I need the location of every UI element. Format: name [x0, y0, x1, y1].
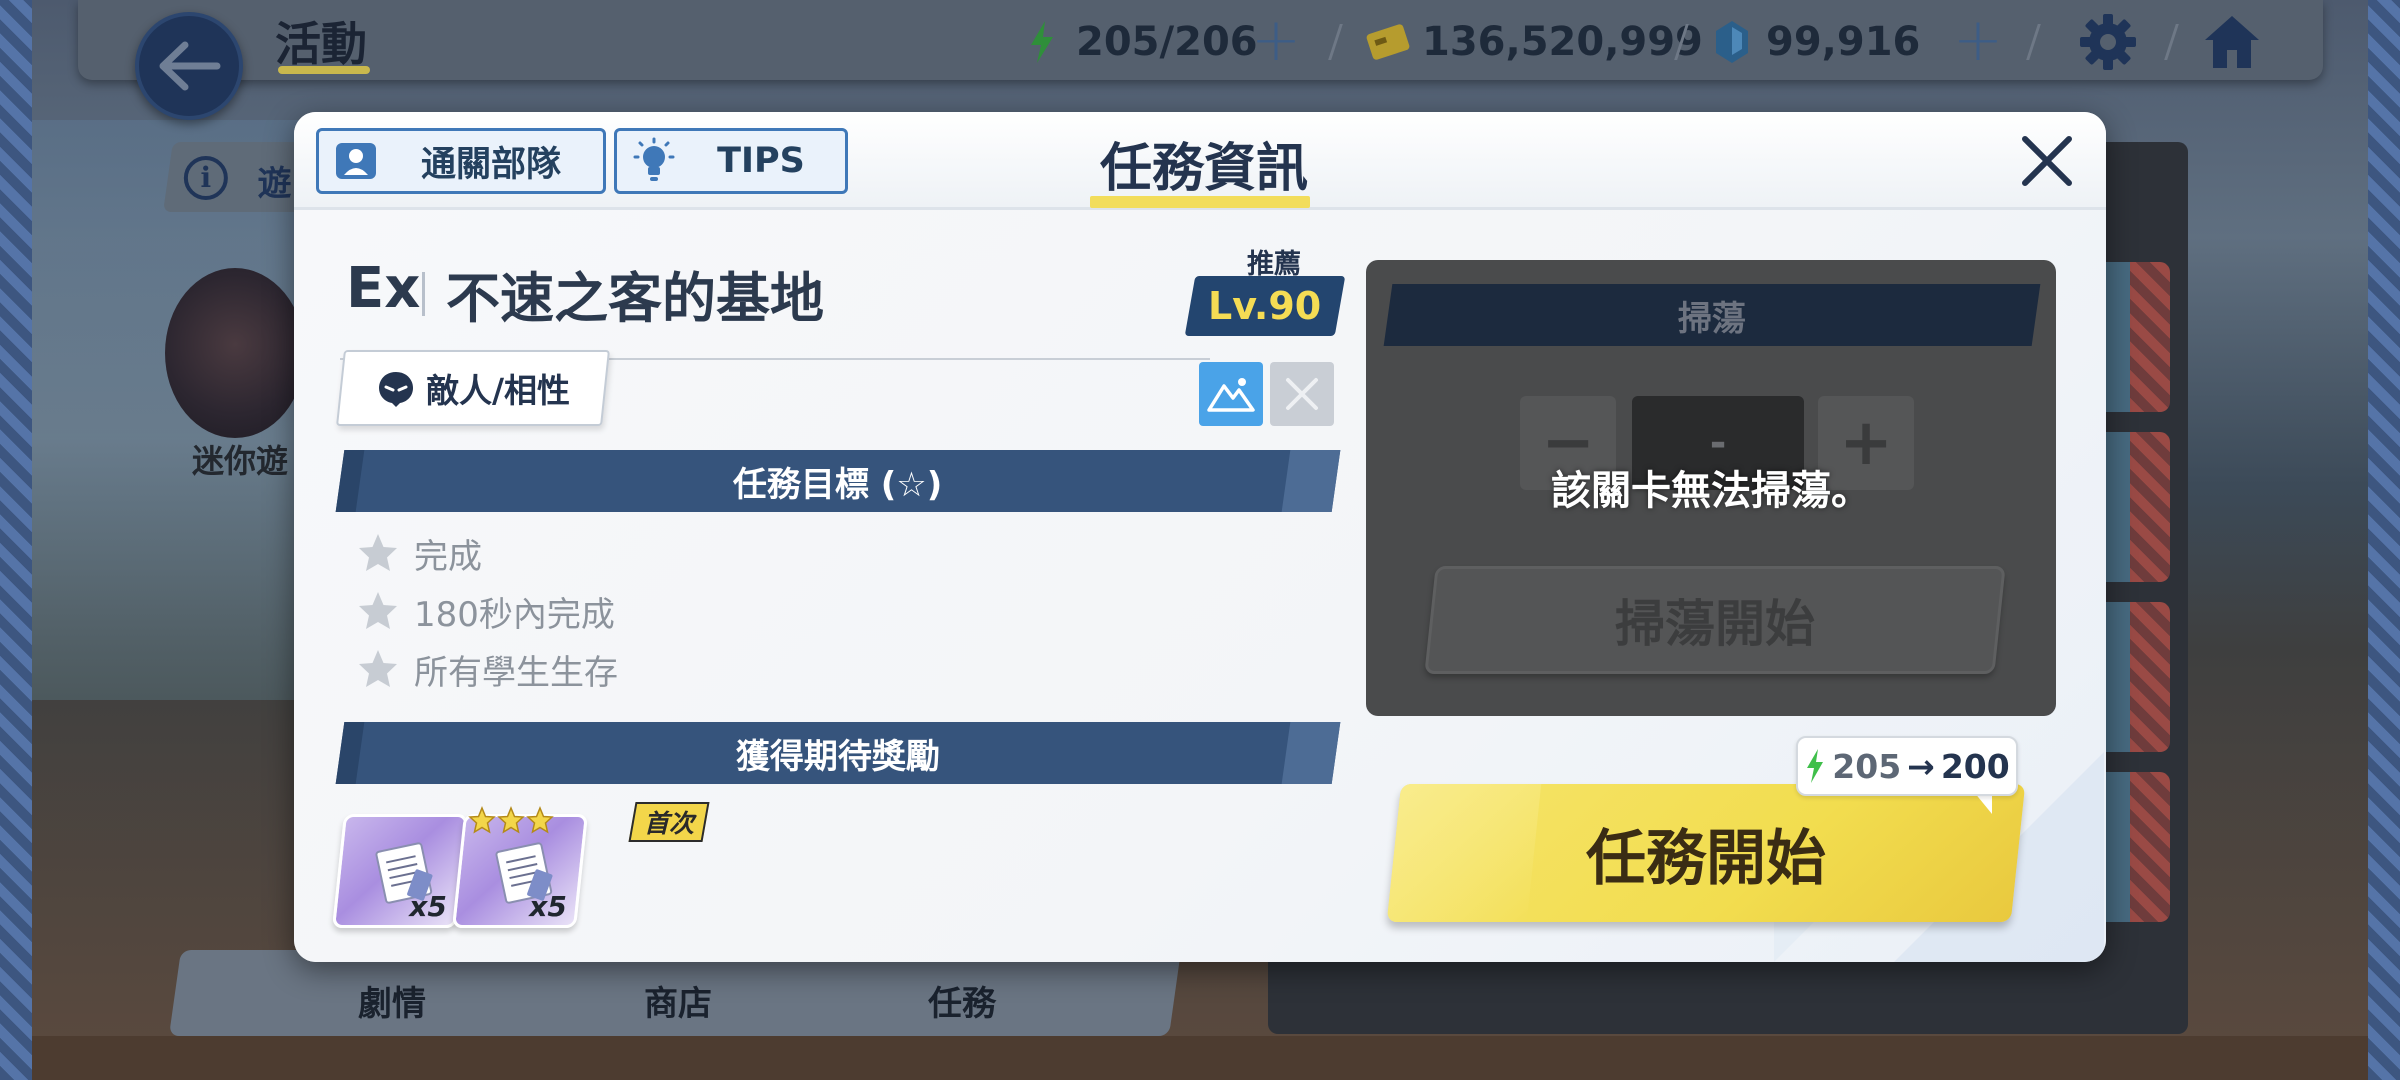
star-icon — [359, 650, 397, 687]
stamina-cost-bubble: 205 → 200 — [1796, 736, 2018, 796]
recommended-level-badge: Lv.90 — [1184, 276, 1346, 336]
reward-quantity: x5 — [529, 890, 568, 923]
objective-item: 所有學生生存 — [356, 644, 618, 694]
first-clear-tag: 首次 — [628, 802, 710, 842]
enemy-info-label: 敵人/相性 — [425, 371, 571, 410]
credits-value: 136,520,999 — [1422, 19, 1703, 65]
objective-text: 完成 — [414, 536, 482, 577]
recommended-level: Lv.90 — [1208, 284, 1322, 328]
reward-quantity: x5 — [409, 890, 448, 923]
background-stage-card-edge — [2130, 432, 2170, 582]
tips-label: TIPS — [717, 141, 805, 181]
sweep-header: 掃蕩 — [1383, 284, 2041, 346]
close-icon — [2022, 136, 2072, 186]
stamina-after: 200 — [1940, 746, 2010, 786]
add-stamina-button[interactable]: + — [1250, 10, 1302, 70]
objective-text: 所有學生生存 — [414, 652, 618, 693]
gems-counter: 99,916 — [1710, 14, 1920, 70]
dialog-title: 任務資訊 — [1099, 139, 1308, 199]
enemy-icon — [378, 372, 413, 407]
page-title: 活動 — [275, 17, 367, 71]
stamina-bolt-icon — [1807, 749, 1824, 783]
background-tab-missions: 任務 — [928, 984, 996, 1024]
info-icon: i — [183, 156, 228, 200]
clear-team-button[interactable]: 通關部隊 — [316, 128, 606, 194]
objective-item: 完成 — [356, 528, 482, 578]
stamina-value: 205/206 — [1076, 19, 1258, 65]
dialog-title-underline — [1090, 196, 1310, 208]
mission-start-button[interactable]: 任務開始 — [1386, 784, 2026, 922]
home-button[interactable] — [2200, 10, 2264, 74]
terrain-button[interactable] — [1199, 362, 1263, 426]
stamina-before: 205 — [1832, 746, 1902, 786]
back-button[interactable] — [135, 12, 243, 120]
arrow-right-icon: → — [1907, 746, 1935, 786]
background-mini-game-label: 迷你遊 — [192, 442, 289, 480]
background-mini-game-icon — [165, 268, 305, 438]
tips-button[interactable]: TIPS — [614, 128, 848, 194]
objectives-header: 任務目標 (☆) — [335, 450, 1341, 512]
first-clear-label: 首次 — [643, 809, 694, 838]
stamina-counter: 205/206 — [1020, 14, 1258, 70]
credit-card-icon — [1366, 18, 1410, 66]
background-stage-card-edge — [2130, 602, 2170, 752]
reward-item[interactable]: x5 — [332, 814, 468, 928]
page-title-underline — [278, 66, 370, 74]
home-icon — [2205, 16, 2259, 68]
sweep-title: 掃蕩 — [1678, 298, 1746, 339]
sweep-start-label: 掃蕩開始 — [1615, 595, 1815, 653]
background-tab-story: 劇情 — [358, 984, 426, 1024]
background-info-text: 遊 — [257, 164, 292, 204]
back-arrow-icon — [159, 41, 221, 91]
stamina-bolt-icon — [1020, 18, 1064, 66]
gem-icon — [1710, 18, 1754, 66]
stage-name: 不速之客的基地 — [446, 267, 824, 330]
gems-value: 99,916 — [1766, 19, 1921, 65]
team-icon — [333, 138, 379, 184]
left-border-stripe — [0, 0, 32, 1080]
add-gems-button[interactable]: + — [1952, 10, 2004, 70]
objectives-header-label: 任務目標 (☆) — [733, 464, 943, 505]
background-stage-card-edge — [2130, 262, 2170, 412]
clear-team-label: 通關部隊 — [420, 144, 561, 185]
stage-divider — [422, 272, 425, 316]
settings-button[interactable] — [2076, 10, 2140, 74]
sweep-unavailable-message: 該關卡無法掃蕩。 — [1551, 468, 1871, 514]
background-stage-card-edge — [2130, 772, 2170, 922]
background-floor — [32, 1036, 2368, 1080]
right-border-stripe — [2368, 0, 2400, 1080]
star-icon — [359, 534, 397, 571]
mission-info-dialog: 通關部隊 TIPS 任務資訊 Ex 不速之客的基地 推薦 Lv.90 敵人/相性 — [294, 112, 2106, 962]
background-tab-shop: 商店 — [644, 984, 712, 1024]
star-icon — [359, 592, 397, 629]
terrain-mountain-icon — [1207, 378, 1255, 412]
rewards-header: 獲得期待獎勵 — [335, 722, 1341, 784]
mission-start-label: 任務開始 — [1586, 823, 1826, 894]
rewards-header-label: 獲得期待獎勵 — [736, 736, 940, 777]
enemy-info-button[interactable]: 敵人/相性 — [336, 350, 610, 426]
sweep-start-button: 掃蕩開始 — [1424, 566, 2006, 674]
objective-text: 180秒內完成 — [414, 594, 615, 635]
credits-counter: 136,520,999 — [1366, 14, 1703, 70]
gear-icon — [2080, 14, 2136, 70]
close-icon — [1286, 378, 1318, 410]
disabled-option-button — [1270, 362, 1334, 426]
objective-item: 180秒內完成 — [356, 586, 615, 636]
close-button[interactable] — [2014, 128, 2080, 194]
lightbulb-icon — [631, 137, 677, 184]
stage-difficulty: Ex — [346, 256, 421, 321]
three-star-icon — [468, 806, 554, 834]
